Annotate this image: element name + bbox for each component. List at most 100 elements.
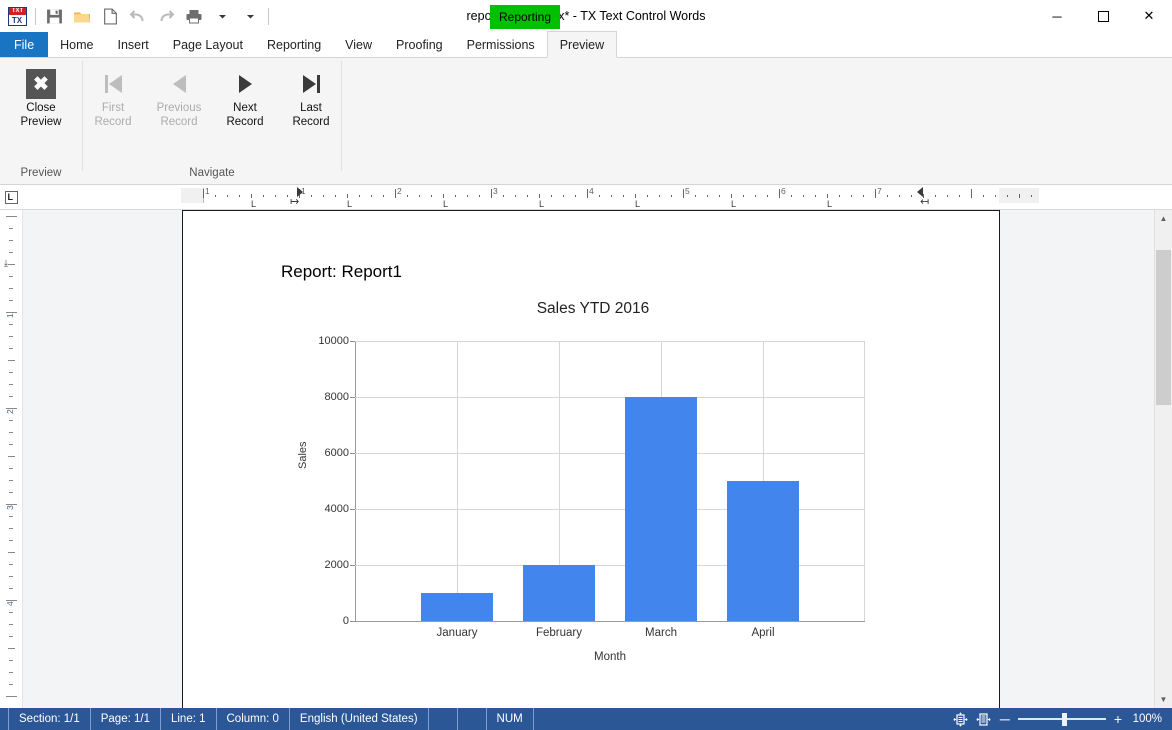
tab-reporting[interactable]: Reporting xyxy=(255,32,333,57)
tab-proofing[interactable]: Proofing xyxy=(384,32,455,57)
undo-icon[interactable] xyxy=(125,3,151,29)
next-record-label-2: Record xyxy=(226,116,264,128)
line-indicator[interactable]: Line: 1 xyxy=(161,708,217,730)
num-lock-indicator[interactable]: NUM xyxy=(487,708,534,730)
last-record-button[interactable]: Last Record xyxy=(278,65,344,129)
tab-home[interactable]: Home xyxy=(48,32,105,57)
first-record-button[interactable]: First Record xyxy=(80,65,146,129)
zoom-in-button[interactable]: + xyxy=(1112,712,1124,726)
chart-x-tick-label: April xyxy=(751,627,775,639)
previous-record-button[interactable]: Previous Record xyxy=(146,65,212,129)
ruler-tab-stop[interactable]: L xyxy=(347,200,352,209)
ribbon-group-navigate: First Record Previous Record Next Record xyxy=(83,58,341,184)
quick-access-toolbar: TXT TX xyxy=(0,0,272,32)
maximize-button[interactable] xyxy=(1080,0,1126,32)
next-record-label-1: Next xyxy=(233,102,257,114)
chart-x-tick-label: February xyxy=(535,627,583,639)
first-record-label-2: Record xyxy=(94,116,132,128)
vertical-ruler-tick xyxy=(9,468,13,469)
previous-record-label-2: Record xyxy=(160,116,198,128)
qat-dropdown-icon[interactable] xyxy=(237,3,263,29)
vertical-ruler-tick xyxy=(9,348,13,349)
next-record-button[interactable]: Next Record xyxy=(212,65,278,129)
tab-insert[interactable]: Insert xyxy=(106,32,161,57)
status-blank-2 xyxy=(458,708,487,730)
ruler-number: 4 xyxy=(589,186,594,196)
vertical-ruler-number: 2 xyxy=(5,409,15,414)
vertical-ruler-tick xyxy=(8,360,15,361)
ruler-tab-stop[interactable]: L xyxy=(539,200,544,209)
close-button[interactable]: ✕ xyxy=(1126,0,1172,32)
close-preview-button[interactable]: ✖ Close Preview xyxy=(8,65,74,129)
print-dropdown-icon[interactable] xyxy=(209,3,235,29)
chart-gridline-h xyxy=(355,397,865,398)
zoom-out-button[interactable]: ─ xyxy=(998,712,1012,726)
ruler-number: 6 xyxy=(781,186,786,196)
first-record-label-1: First xyxy=(101,102,125,114)
vertical-ruler-tick xyxy=(9,336,13,337)
ruler-tab-stop[interactable]: L xyxy=(251,200,256,209)
last-record-label-1: Last xyxy=(300,102,322,114)
horizontal-ruler[interactable]: 12345671LLLLLLL ↦ ↤ xyxy=(22,185,1172,209)
section-indicator[interactable]: Section: 1/1 xyxy=(8,708,91,730)
fit-page-icon[interactable] xyxy=(952,711,969,727)
scroll-down-icon[interactable]: ▼ xyxy=(1155,691,1172,708)
close-preview-label-2: Preview xyxy=(20,116,62,128)
minimize-button[interactable]: ─ xyxy=(1034,0,1080,32)
tab-preview[interactable]: Preview xyxy=(546,31,618,58)
window-controls: ─ ✕ xyxy=(1034,0,1172,32)
tx-logo[interactable]: TXT TX xyxy=(4,3,30,29)
open-folder-icon[interactable] xyxy=(69,3,95,29)
save-icon[interactable] xyxy=(41,3,67,29)
redo-icon[interactable] xyxy=(153,3,179,29)
chart-bar xyxy=(523,565,595,621)
zoom-slider-thumb[interactable] xyxy=(1061,712,1067,726)
vertical-scrollbar[interactable]: ▲ ▼ xyxy=(1154,210,1172,708)
vertical-ruler-tick xyxy=(9,396,13,397)
vertical-margin-marker[interactable]: ⤓ xyxy=(4,258,8,269)
scrollbar-thumb[interactable] xyxy=(1156,250,1171,405)
chart-title: Sales YTD 2016 xyxy=(536,300,650,317)
vertical-ruler-tick xyxy=(9,564,13,565)
scroll-up-icon[interactable]: ▲ xyxy=(1155,210,1172,227)
ribbon-group-preview: ✖ Close Preview Preview xyxy=(0,58,82,184)
left-indent-marker[interactable]: ↦ xyxy=(290,197,299,208)
ruler-tab-stop[interactable]: L xyxy=(635,200,640,209)
vertical-ruler[interactable]: 1 2 3 4 ⤓ xyxy=(0,210,23,708)
vertical-ruler-tick xyxy=(9,612,13,613)
column-indicator[interactable]: Column: 0 xyxy=(217,708,290,730)
document-page[interactable]: Report: Report1 Sales YTD 2016 Sales 0 20… xyxy=(182,210,1000,708)
zoom-level-label[interactable]: 100% xyxy=(1130,713,1162,725)
tab-file[interactable]: File xyxy=(0,32,49,57)
chart-y-tick-label: 10000 xyxy=(318,335,349,347)
zoom-slider[interactable] xyxy=(1017,712,1106,726)
ruler-tab-stop[interactable]: L xyxy=(731,200,736,209)
tab-permissions[interactable]: Permissions xyxy=(455,32,547,57)
fit-width-icon[interactable] xyxy=(975,712,992,726)
print-icon[interactable] xyxy=(181,3,207,29)
vertical-ruler-tick xyxy=(9,384,13,385)
vertical-ruler-tick xyxy=(9,480,13,481)
new-document-icon[interactable] xyxy=(97,3,123,29)
chart-gridline-v xyxy=(457,341,458,621)
qat-separator-2 xyxy=(268,7,269,25)
page-indicator[interactable]: Page: 1/1 xyxy=(91,708,161,730)
ruler-number: 3 xyxy=(493,186,498,196)
vertical-ruler-tick xyxy=(9,372,13,373)
tab-view[interactable]: View xyxy=(333,32,384,57)
tab-page-layout[interactable]: Page Layout xyxy=(161,32,255,57)
vertical-ruler-tick xyxy=(9,624,13,625)
vertical-ruler-tick xyxy=(9,636,13,637)
vertical-ruler-tick xyxy=(8,456,15,457)
document-canvas[interactable]: Report: Report1 Sales YTD 2016 Sales 0 20… xyxy=(23,210,1154,708)
language-indicator[interactable]: English (United States) xyxy=(290,708,429,730)
horizontal-ruler-bar: L 12345671LLLLLLL ↦ ↤ xyxy=(0,185,1172,210)
ruler-tab-stop[interactable]: L xyxy=(827,200,832,209)
tab-stop-selector[interactable]: L xyxy=(0,185,22,209)
hanging-indent-marker[interactable]: ↤ xyxy=(920,197,929,208)
ruler-tab-stop[interactable]: L xyxy=(443,200,448,209)
status-bar: Section: 1/1 Page: 1/1 Line: 1 Column: 0… xyxy=(0,708,1172,730)
previous-record-icon xyxy=(172,67,186,101)
vertical-ruler-tick xyxy=(9,684,13,685)
vertical-ruler-tick xyxy=(9,444,13,445)
